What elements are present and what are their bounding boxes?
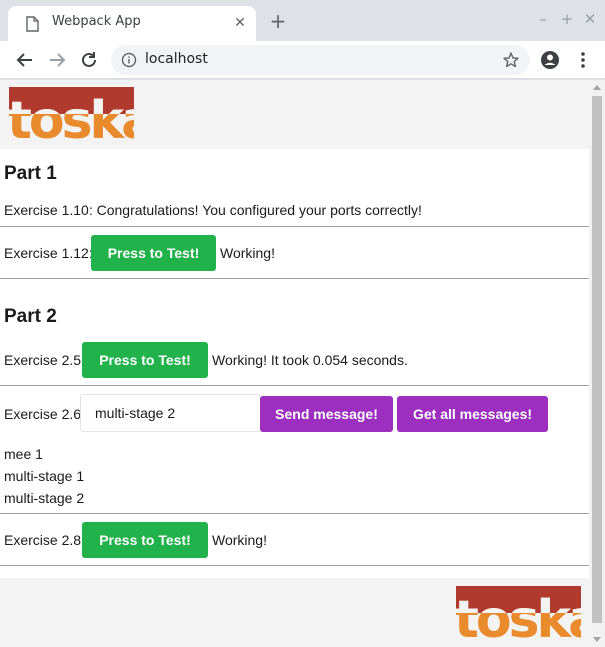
window-close-button[interactable]: ✕	[583, 11, 597, 27]
browser-tab[interactable]: Webpack App ✕	[8, 6, 256, 41]
exercise-2-5-label: Exercise 2.5:	[4, 352, 85, 368]
tab-strip: Webpack App ✕ + – + ✕	[0, 0, 605, 41]
menu-kebab-icon[interactable]	[573, 50, 593, 70]
page-viewport: toska toska Part 1 Exercise 1.10: Congra…	[0, 80, 605, 647]
part2-heading: Part 2	[4, 306, 57, 327]
exercise-1-12-status: Working!	[220, 245, 275, 261]
forward-icon[interactable]	[46, 49, 68, 71]
new-tab-button[interactable]: +	[268, 11, 288, 31]
divider	[0, 565, 589, 566]
exercise-2-5-test-button[interactable]: Press to Test!	[82, 342, 208, 378]
message-item: mee 1	[4, 446, 43, 462]
info-icon[interactable]	[121, 52, 137, 68]
scrollbar-thumb[interactable]	[592, 96, 602, 623]
vertical-scrollbar[interactable]	[589, 80, 605, 647]
exercise-2-6-label: Exercise 2.6:	[4, 406, 85, 422]
scroll-down-arrow-icon[interactable]	[593, 637, 601, 642]
scroll-up-arrow-icon[interactable]	[593, 85, 601, 90]
footer-band: toska toska	[0, 578, 589, 647]
exercise-2-5-status: Working! It took 0.054 seconds.	[212, 352, 408, 368]
account-icon[interactable]	[540, 50, 560, 70]
toska-logo: toska toska	[9, 87, 134, 141]
message-input[interactable]: multi-stage 2	[80, 394, 261, 432]
browser-toolbar: localhost	[0, 41, 605, 79]
exercise-2-8-test-button[interactable]: Press to Test!	[82, 522, 208, 558]
exercise-2-8-status: Working!	[212, 532, 267, 548]
exercise-1-12-label: Exercise 1.12:	[4, 245, 93, 261]
divider	[0, 385, 589, 386]
toska-logo-footer: toska toska	[456, 586, 581, 640]
tab-close-icon[interactable]: ✕	[232, 15, 248, 31]
divider	[0, 278, 589, 279]
url-text: localhost	[145, 51, 208, 67]
header-band: toska toska	[0, 80, 589, 149]
exercise-1-10-text: Exercise 1.10: Congratulations! You conf…	[4, 202, 422, 218]
divider	[0, 513, 589, 514]
document-icon	[26, 16, 39, 32]
exercise-1-12-test-button[interactable]: Press to Test!	[91, 235, 216, 271]
send-message-button[interactable]: Send message!	[260, 396, 393, 432]
maximize-button[interactable]: +	[560, 11, 574, 27]
message-item: multi-stage 2	[4, 490, 85, 506]
message-item: multi-stage 1	[4, 468, 85, 484]
tab-title: Webpack App	[52, 14, 141, 29]
get-all-messages-button[interactable]: Get all messages!	[397, 396, 548, 432]
minimize-button[interactable]: –	[536, 11, 550, 27]
bookmark-star-icon[interactable]	[502, 51, 520, 69]
divider	[0, 226, 589, 227]
address-bar[interactable]: localhost	[111, 45, 530, 75]
part1-heading: Part 1	[4, 163, 57, 184]
page-content: toska toska Part 1 Exercise 1.10: Congra…	[0, 80, 589, 647]
back-icon[interactable]	[14, 49, 36, 71]
reload-icon[interactable]	[78, 49, 100, 71]
exercise-2-8-label: Exercise 2.8:	[4, 532, 85, 548]
